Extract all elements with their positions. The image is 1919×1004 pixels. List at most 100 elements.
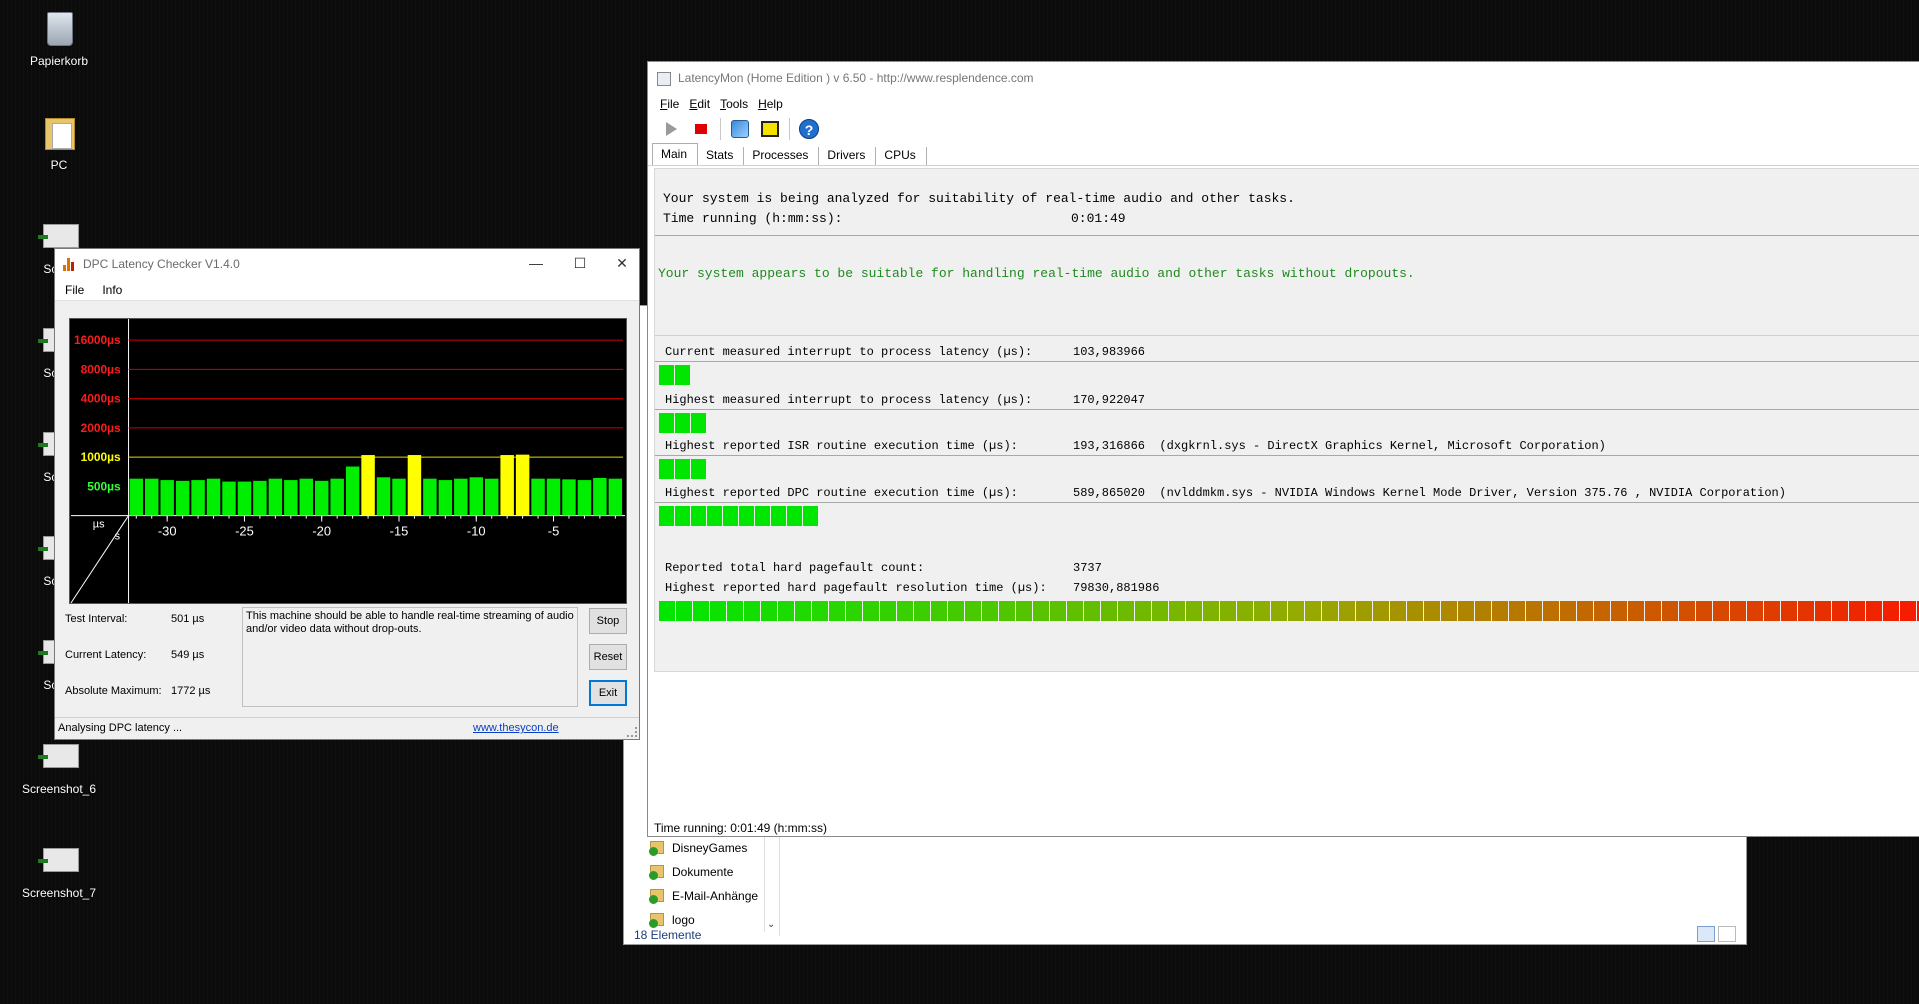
explorer-view-toggle	[1697, 926, 1736, 942]
menu-edit[interactable]: Edit	[685, 97, 716, 111]
y-tick-label: 2000µs	[81, 421, 121, 435]
menu-file[interactable]: File	[65, 283, 84, 297]
corner-unit-top: µs	[93, 519, 105, 531]
bar-segment	[1730, 601, 1746, 621]
latencymon-toolbar: ?	[648, 114, 1919, 144]
bar-segment	[1475, 601, 1491, 621]
tab-main[interactable]: Main	[652, 143, 699, 165]
desktop-icon-label: PC	[50, 158, 68, 172]
y-tick-label: 500µs	[87, 479, 121, 493]
bar-segment	[1203, 601, 1219, 621]
bar-segment	[1696, 601, 1712, 621]
tools-button[interactable]	[729, 118, 751, 140]
x-tick-label: -30	[158, 523, 177, 538]
bar-segment	[761, 601, 777, 621]
minimize-button[interactable]: —	[513, 249, 559, 279]
pagefault-time-value: 79830,881986	[1073, 581, 1160, 595]
dpc-checker-window: DPC Latency Checker V1.4.0 — ☐ ✕ File In…	[54, 248, 640, 740]
bar-segment	[778, 601, 794, 621]
bar-segment	[1815, 601, 1831, 621]
bar-segment	[897, 601, 913, 621]
y-tick-label: 4000µs	[81, 392, 121, 406]
bar-segment	[1356, 601, 1372, 621]
menu-tools[interactable]: Tools	[716, 97, 754, 111]
desktop-icon-2[interactable]: PC	[9, 112, 109, 172]
latency-bar	[299, 478, 313, 516]
stop-button[interactable]	[690, 118, 712, 140]
tab-drivers[interactable]: Drivers	[819, 147, 877, 165]
metric-row: Current measured interrupt to process la…	[665, 345, 1145, 359]
bar-segment	[1798, 601, 1814, 621]
bar-segment	[1492, 601, 1508, 621]
bar-segment	[1050, 601, 1066, 621]
divider	[655, 235, 1919, 236]
latency-bar	[500, 455, 514, 516]
exit-button[interactable]: Exit	[589, 680, 627, 706]
help-icon: ?	[799, 119, 819, 139]
current-latency-label: Current Latency:	[65, 649, 147, 661]
stop-button[interactable]: Stop	[589, 608, 627, 634]
explorer-item[interactable]: E-Mail-Anhänge	[644, 884, 764, 908]
menu-info[interactable]: Info	[102, 283, 122, 297]
tiles-view-icon[interactable]	[1718, 926, 1736, 942]
start-button[interactable]	[660, 118, 682, 140]
details-view-icon[interactable]	[1697, 926, 1715, 942]
latencymon-menubar: File Edit Tools Help	[648, 94, 1919, 114]
bar-segment	[1849, 601, 1865, 621]
bar-segment	[1509, 601, 1525, 621]
latency-bar	[345, 466, 360, 516]
corner-unit-bottom: s	[115, 530, 121, 542]
latency-bar	[361, 455, 375, 516]
bar-segment	[723, 506, 738, 526]
pagefault-time-label: Highest reported hard pagefault resoluti…	[665, 581, 1047, 595]
tab-cpus[interactable]: CPUs	[876, 147, 927, 165]
latencymon-status: Time running: 0:01:49 (h:mm:ss)	[654, 821, 827, 835]
help-button[interactable]: ?	[798, 118, 820, 140]
windows-icon	[761, 121, 779, 137]
maximize-button[interactable]: ☐	[557, 249, 603, 279]
desktop-icon-1[interactable]: Papierkorb	[9, 8, 109, 68]
menu-help[interactable]: Help	[754, 97, 789, 111]
bar-segment	[982, 601, 998, 621]
bar-segment	[771, 506, 786, 526]
bar-segment	[659, 459, 674, 479]
pagefault-count-value: 3737	[1073, 561, 1102, 575]
tab-stats[interactable]: Stats	[698, 147, 745, 165]
thesycon-link[interactable]: www.thesycon.de	[473, 718, 559, 738]
bar-segment	[1441, 601, 1457, 621]
bar-segment	[659, 506, 674, 526]
latency-bar	[376, 477, 391, 516]
explorer-item[interactable]: DisneyGames	[644, 836, 764, 860]
desktop-icon-8[interactable]: Screenshot_6	[9, 736, 109, 796]
tab-processes[interactable]: Processes	[744, 147, 820, 165]
y-tick-label: 16000µs	[74, 333, 121, 347]
x-tick-label: -5	[548, 523, 559, 538]
windows-button[interactable]	[759, 118, 781, 140]
explorer-item-label: logo	[672, 913, 695, 927]
reset-button[interactable]: Reset	[589, 644, 627, 670]
bar-segment	[829, 601, 845, 621]
bar-segment	[1543, 601, 1559, 621]
bar-segment	[744, 601, 760, 621]
metric-value: 170,922047	[1073, 393, 1146, 407]
explorer-scrollbar[interactable]: ⌄	[764, 836, 778, 932]
bar-segment	[1781, 601, 1797, 621]
explorer-item[interactable]: Dokumente	[644, 860, 764, 884]
bar-segment	[691, 506, 706, 526]
resize-grip[interactable]	[627, 727, 637, 737]
menu-file[interactable]: File	[656, 97, 685, 111]
y-tick-label: 1000µs	[81, 450, 121, 464]
latency-bar	[438, 480, 453, 516]
pagefault-count-label: Reported total hard pagefault count:	[665, 561, 925, 575]
bar-segment	[1458, 601, 1474, 621]
desktop-icon-9[interactable]: Screenshot_7	[9, 840, 109, 900]
bar-segment	[727, 601, 743, 621]
x-tick-label: -10	[467, 523, 486, 538]
tools-icon	[731, 120, 749, 138]
bar-segment	[863, 601, 879, 621]
chevron-down-icon[interactable]: ⌄	[767, 919, 775, 930]
latency-bar	[237, 481, 252, 516]
close-button[interactable]: ✕	[599, 249, 645, 279]
bar-segment	[803, 506, 818, 526]
metric-label: Highest measured interrupt to process la…	[665, 393, 1033, 407]
